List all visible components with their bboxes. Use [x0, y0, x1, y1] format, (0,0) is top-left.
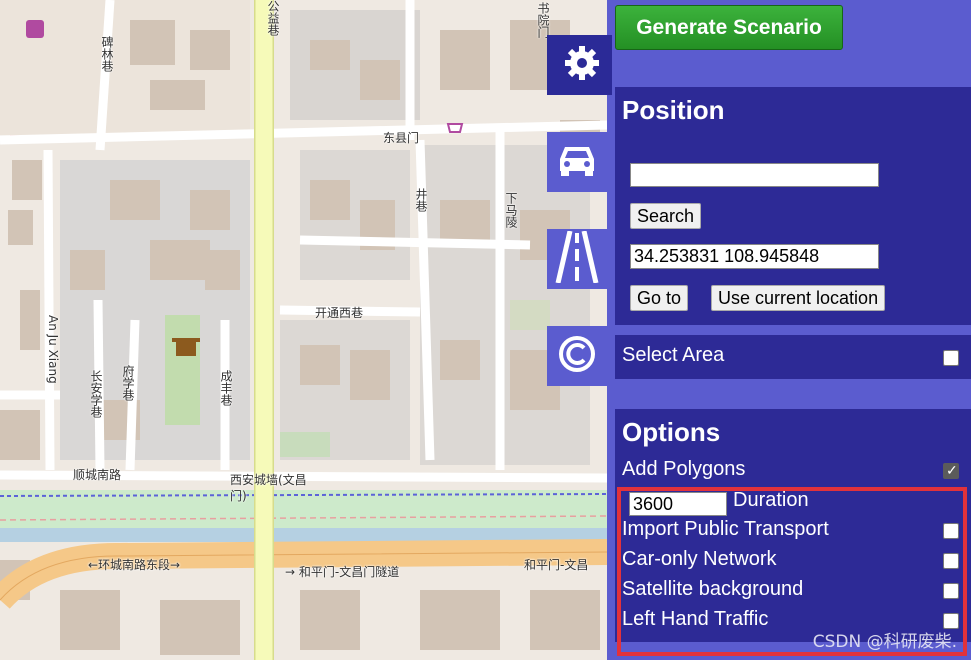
goto-button[interactable]: Go to	[630, 285, 689, 311]
map-label: 府学巷	[121, 365, 135, 401]
select-area-label: Select Area	[622, 344, 725, 366]
map-label: 书院门	[536, 2, 550, 38]
tab-settings[interactable]	[547, 35, 612, 95]
map-label: 和平门-文昌	[524, 558, 589, 572]
map-label: 顺城南路	[73, 468, 122, 482]
map-label: 碑林巷	[100, 36, 114, 72]
tab-car[interactable]	[547, 132, 607, 192]
coordinates-input[interactable]	[630, 244, 879, 269]
road-icon	[554, 229, 600, 288]
map-label: 长安学巷	[89, 370, 103, 418]
position-title: Position	[622, 95, 725, 125]
car-icon	[557, 143, 597, 182]
position-section: Position Search Go to Use current locati…	[615, 87, 971, 325]
copyright-icon	[557, 334, 597, 379]
map-label: 开通西巷	[315, 306, 364, 320]
search-input[interactable]	[630, 163, 879, 187]
use-current-location-button[interactable]: Use current location	[711, 285, 886, 311]
map-view[interactable]: 东县门 开通西巷 An Ju Xiang 长安学巷 府学巷 成丰巷 顺城南路 西…	[0, 0, 607, 660]
map-label: 井巷	[414, 188, 428, 212]
map-label: 东县门	[383, 131, 420, 145]
options-title: Options	[622, 417, 721, 447]
map-label: An Ju Xiang	[46, 315, 60, 384]
map-label: 公益巷	[266, 0, 280, 36]
map-label: 西安城墙(文昌门)	[230, 473, 307, 503]
select-area-section: Select Area	[615, 335, 971, 379]
search-button[interactable]: Search	[630, 203, 702, 229]
add-polygons-checkbox[interactable]	[943, 462, 959, 479]
map-label: 下马陵	[504, 192, 518, 228]
select-area-checkbox[interactable]	[943, 350, 959, 366]
watermark: CSDN @科研废柴.	[812, 632, 957, 652]
map-label: → 和平门-文昌门隧道	[285, 565, 400, 579]
gear-icon	[562, 43, 602, 88]
tab-road[interactable]	[547, 229, 607, 289]
tab-copyright[interactable]	[547, 326, 607, 386]
add-polygons-label: Add Polygons	[622, 458, 746, 480]
map-label: 成丰巷	[219, 370, 233, 406]
map-label: ←环城南路东段→	[88, 558, 181, 572]
generate-scenario-button[interactable]: Generate Scenario	[615, 5, 843, 50]
